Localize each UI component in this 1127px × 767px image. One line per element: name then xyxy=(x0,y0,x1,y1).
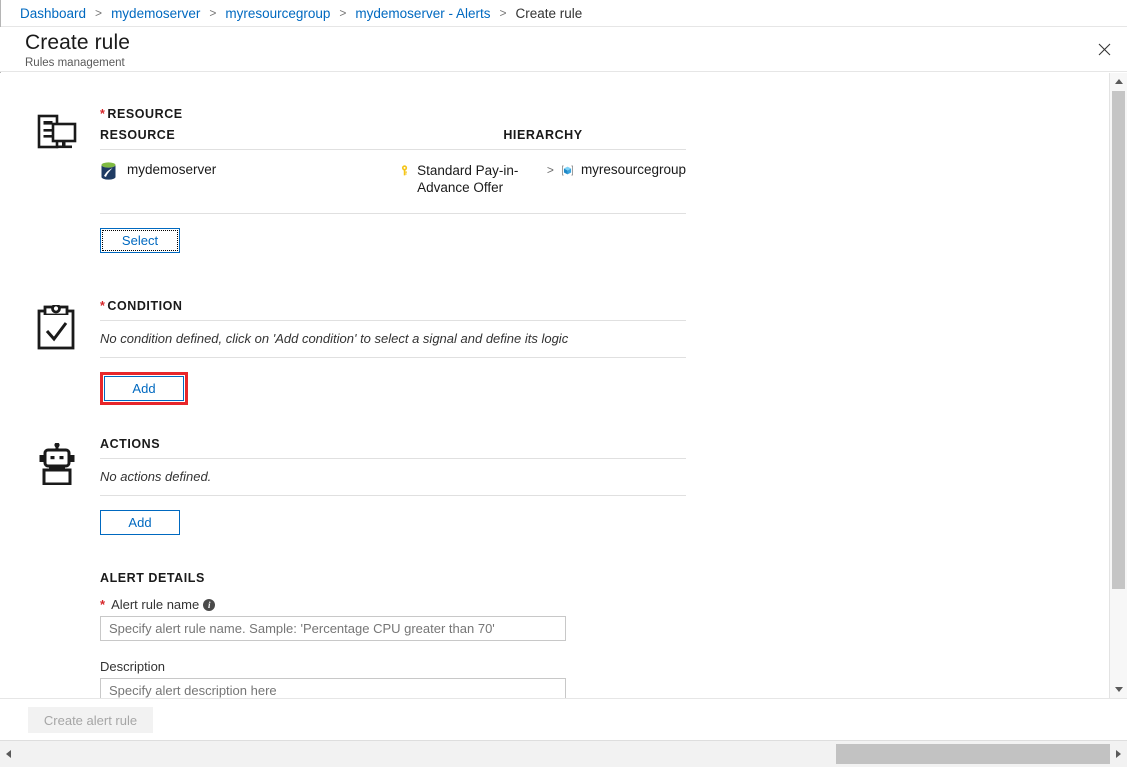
alert-rule-name-input[interactable] xyxy=(100,616,566,641)
blade-content: * RESOURCE RESOURCE HIERARCHY mydemoserv… xyxy=(0,73,1127,698)
breadcrumb-item-dashboard[interactable]: Dashboard xyxy=(20,6,86,21)
breadcrumb-item-mydemoserver[interactable]: mydemoserver xyxy=(111,6,200,21)
server-monitor-icon xyxy=(37,114,77,149)
scroll-up-button[interactable] xyxy=(1110,73,1127,90)
resource-section-icon-wrap xyxy=(36,107,86,158)
chevron-left-icon xyxy=(6,750,11,758)
alert-rule-name-field-block: * Alert rule name i xyxy=(100,597,1110,641)
actions-section: ACTIONS No actions defined. Add xyxy=(0,437,1110,535)
chevron-right-icon xyxy=(1116,750,1121,758)
required-marker: * xyxy=(100,299,106,313)
blade-header: Create rule Rules management xyxy=(0,27,1127,72)
content-scroll-area: * RESOURCE RESOURCE HIERARCHY mydemoserv… xyxy=(0,73,1110,698)
page-title: Create rule xyxy=(25,31,130,54)
resource-section-body: * RESOURCE RESOURCE HIERARCHY mydemoserv… xyxy=(86,107,686,253)
chevron-up-icon xyxy=(1114,79,1123,84)
description-label: Description xyxy=(100,659,1110,674)
resource-title-text: RESOURCE xyxy=(107,107,183,121)
page-subtitle: Rules management xyxy=(25,57,125,69)
close-icon xyxy=(1098,43,1110,55)
resource-name: mydemoserver xyxy=(127,162,217,177)
breadcrumb-separator: > xyxy=(499,6,507,20)
condition-section-icon-wrap xyxy=(36,299,86,354)
horizontal-scrollbar-thumb[interactable] xyxy=(836,744,1110,764)
alert-details-section: ALERT DETAILS * Alert rule name i Descrip… xyxy=(0,535,1110,698)
breadcrumb-item-alerts[interactable]: mydemoserver - Alerts xyxy=(355,6,490,21)
robot-icon xyxy=(39,442,75,486)
breadcrumb-separator: > xyxy=(339,6,347,20)
info-icon[interactable]: i xyxy=(203,598,216,611)
close-button[interactable] xyxy=(1088,33,1120,65)
breadcrumb: Dashboard > mydemoserver > myresourcegro… xyxy=(0,0,1127,27)
alert-rule-name-label: * Alert rule name i xyxy=(100,597,1110,612)
breadcrumb-item-create-rule: Create rule xyxy=(515,5,583,21)
condition-empty-text: No condition defined, click on 'Add cond… xyxy=(100,321,686,358)
scroll-down-button[interactable] xyxy=(1110,681,1127,698)
hierarchy-resource-group-label: myresourcegroup xyxy=(580,162,686,177)
resource-section: * RESOURCE RESOURCE HIERARCHY mydemoserv… xyxy=(0,107,1110,253)
condition-section: * CONDITION No condition defined, click o… xyxy=(0,299,1110,405)
description-field-block: Description xyxy=(100,659,1110,698)
hierarchy-offer-label: Standard Pay-in-Advance Offer xyxy=(417,163,519,195)
condition-button-row: Add xyxy=(100,358,686,405)
required-marker: * xyxy=(100,107,106,121)
key-icon xyxy=(401,165,408,176)
breadcrumb-separator: > xyxy=(209,6,217,20)
resource-cell: mydemoserver xyxy=(100,162,400,180)
scroll-left-button[interactable] xyxy=(0,741,17,767)
column-header-hierarchy: HIERARCHY xyxy=(503,128,583,142)
breadcrumb-separator: > xyxy=(95,6,103,20)
alert-rule-name-label-text: Alert rule name xyxy=(111,597,200,612)
column-header-resource: RESOURCE xyxy=(100,128,176,142)
description-input[interactable] xyxy=(100,678,566,698)
blade-footer: Create alert rule xyxy=(0,698,1127,741)
vertical-scrollbar-thumb[interactable] xyxy=(1112,91,1125,589)
breadcrumb-item-myresourcegroup[interactable]: myresourcegroup xyxy=(225,6,330,21)
description-label-text: Description xyxy=(100,659,166,674)
actions-section-body: ACTIONS No actions defined. Add xyxy=(86,437,686,535)
required-marker: * xyxy=(100,597,106,612)
hierarchy-cell: Standard Pay-in-Advance Offer > myresour… xyxy=(400,162,686,196)
resource-section-title: * RESOURCE xyxy=(100,107,686,128)
condition-add-highlight: Add xyxy=(100,372,188,405)
actions-section-title: ACTIONS xyxy=(100,437,686,459)
actions-empty-text: No actions defined. xyxy=(100,459,686,496)
horizontal-scrollbar[interactable] xyxy=(0,740,1127,767)
actions-button-row: Add xyxy=(100,496,686,535)
scroll-right-button[interactable] xyxy=(1110,741,1127,767)
alert-details-title: ALERT DETAILS xyxy=(100,571,205,585)
condition-section-body: * CONDITION No condition defined, click o… xyxy=(86,299,686,405)
clipboard-check-icon xyxy=(37,303,75,350)
resource-group-icon xyxy=(562,165,573,176)
condition-title-text: CONDITION xyxy=(107,299,183,313)
actions-section-icon-wrap xyxy=(36,437,86,488)
vertical-scrollbar[interactable] xyxy=(1109,73,1127,698)
create-alert-rule-button[interactable]: Create alert rule xyxy=(28,707,153,733)
condition-section-title: * CONDITION xyxy=(100,299,686,321)
add-condition-button[interactable]: Add xyxy=(104,376,184,401)
resource-table-header: RESOURCE HIERARCHY xyxy=(100,128,686,150)
hierarchy-separator: > xyxy=(546,163,554,177)
table-row: mydemoserver Standard Pay-in-Advance Off… xyxy=(100,150,686,214)
sql-server-database-icon xyxy=(101,162,116,180)
chevron-down-icon xyxy=(1114,687,1123,692)
add-action-button[interactable]: Add xyxy=(100,510,180,535)
select-resource-button[interactable]: Select xyxy=(100,228,180,253)
resource-button-row: Select xyxy=(100,214,686,253)
